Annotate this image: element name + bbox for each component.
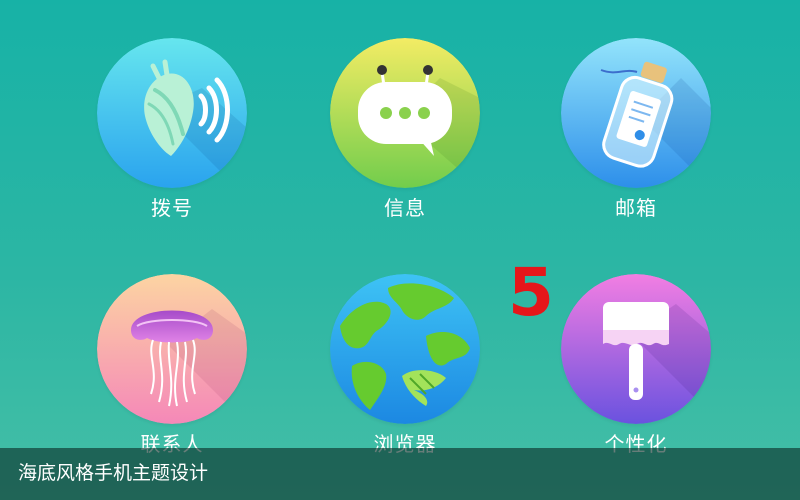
app-dialer[interactable]: 拨号 bbox=[97, 38, 247, 228]
jellyfish-icon bbox=[97, 274, 247, 424]
app-browser[interactable]: 浏览器 bbox=[330, 274, 480, 464]
caption-bar: 海底风格手机主题设计 bbox=[0, 448, 800, 500]
paint-brush-icon bbox=[561, 274, 711, 424]
app-label: 邮箱 bbox=[615, 196, 657, 220]
earth-globe-icon bbox=[330, 274, 480, 424]
app-messages[interactable]: 信息 bbox=[330, 38, 480, 228]
page-number: 5 bbox=[508, 254, 554, 331]
app-personalize[interactable]: 个性化 bbox=[561, 274, 711, 464]
caption-text: 海底风格手机主题设计 bbox=[18, 462, 209, 484]
app-label: 拨号 bbox=[151, 196, 193, 220]
bottle-letter-icon bbox=[561, 38, 711, 188]
app-mail[interactable]: 邮箱 bbox=[561, 38, 711, 228]
app-label: 信息 bbox=[384, 196, 426, 220]
message-bubble-icon bbox=[330, 38, 480, 188]
shell-phone-icon bbox=[97, 38, 247, 188]
app-contacts[interactable]: 联系人 bbox=[97, 274, 247, 464]
